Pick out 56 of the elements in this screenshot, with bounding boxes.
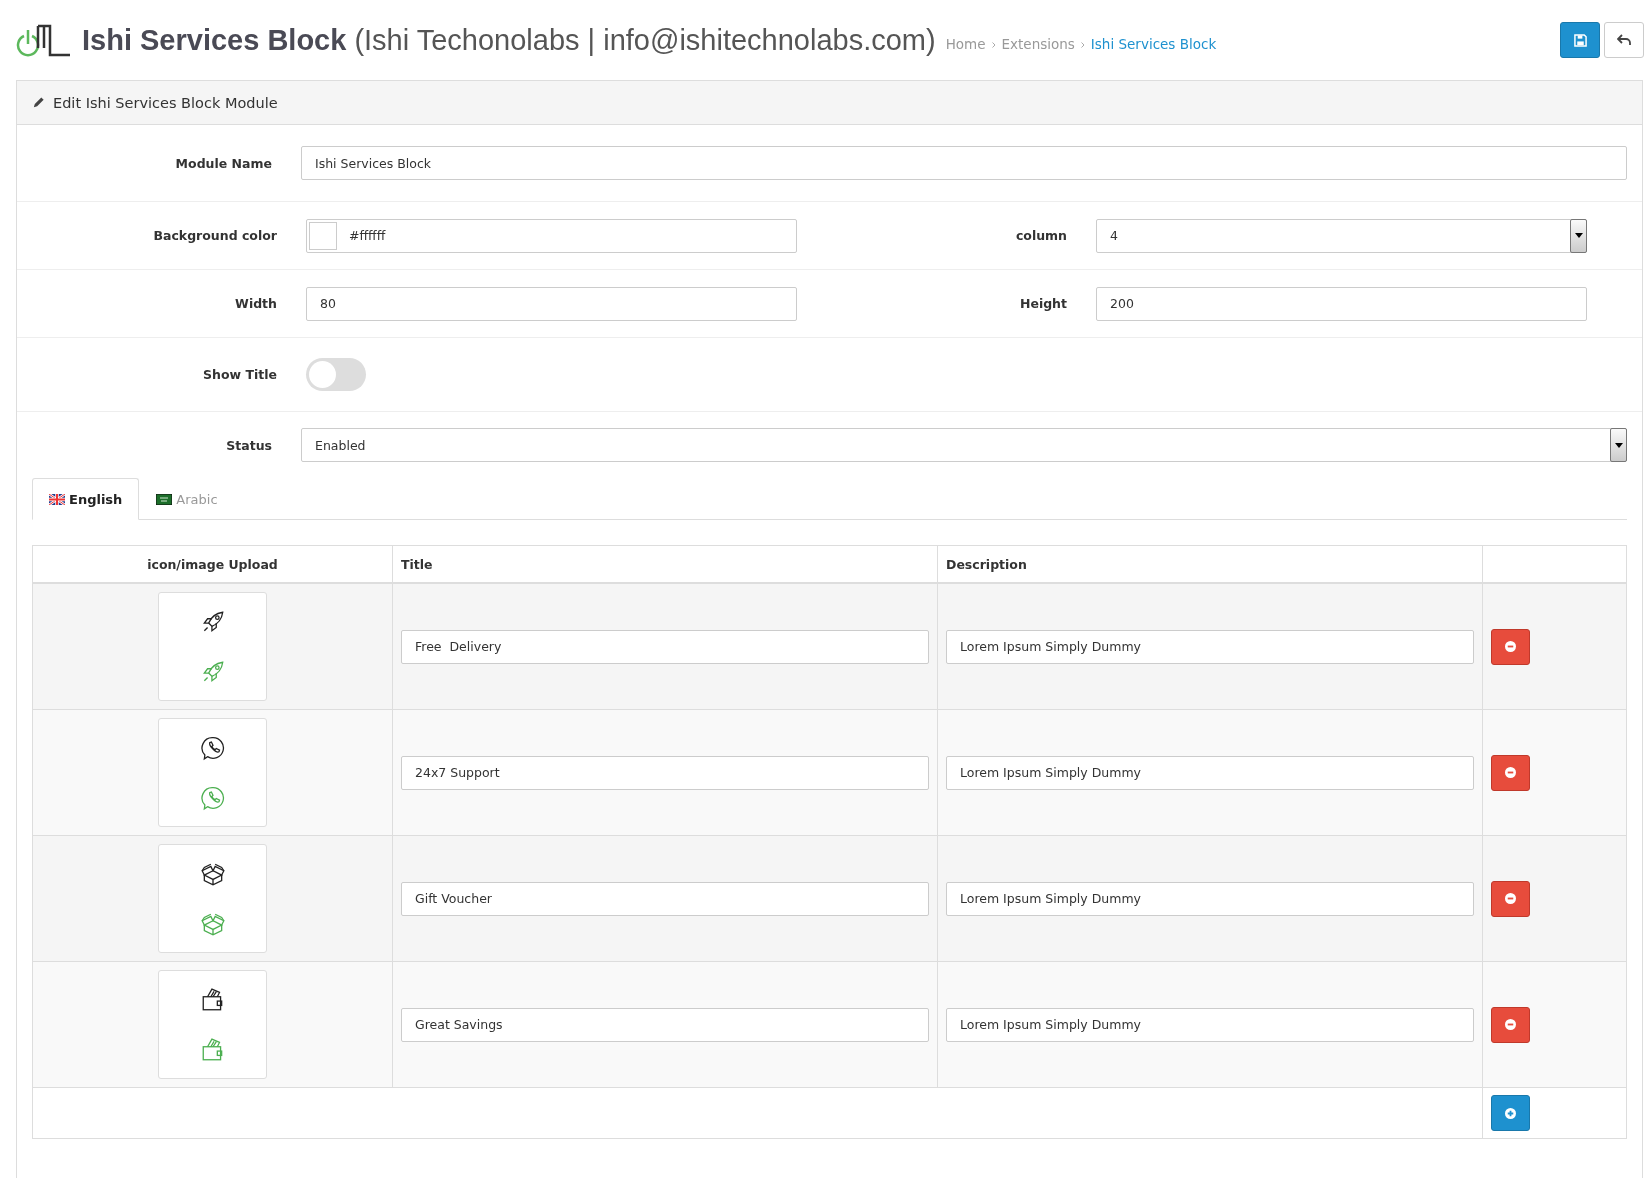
title-field[interactable]: Great Savings <box>401 1007 929 1042</box>
image-upload-thumbnail[interactable] <box>158 970 267 1079</box>
description-field[interactable]: Lorem Ipsum Simply Dummy <box>946 755 1474 790</box>
add-row-button[interactable] <box>1491 1095 1530 1131</box>
remove-button[interactable] <box>1491 754 1530 791</box>
dropdown-arrow-icon <box>1574 233 1583 238</box>
field-label: Background color <box>152 228 278 243</box>
color-swatch[interactable] <box>309 221 337 250</box>
image-upload-thumbnail[interactable] <box>158 718 267 827</box>
phone-bubble-icon <box>199 734 226 761</box>
chevron-right-icon <box>1080 42 1085 48</box>
minus-circle-icon <box>1505 1019 1516 1030</box>
color-field[interactable]: #ffffff <box>306 218 797 253</box>
field-label: Module Name <box>174 155 273 171</box>
field-label: Height <box>1018 296 1068 311</box>
image-upload-thumbnail[interactable] <box>158 844 267 953</box>
logo-icon <box>16 22 72 58</box>
show-title-toggle[interactable] <box>306 358 366 391</box>
pencil-icon <box>32 96 45 109</box>
field-label: Status <box>225 437 273 453</box>
flag-icon <box>156 493 173 505</box>
save-button[interactable] <box>1560 22 1600 58</box>
plus-circle-icon <box>1505 1107 1516 1119</box>
flag-icon <box>49 493 65 505</box>
description-field[interactable]: Lorem Ipsum Simply Dummy <box>946 881 1474 916</box>
minus-circle-icon <box>1505 641 1516 652</box>
status-select[interactable]: Enabled <box>301 428 1627 462</box>
title-field[interactable]: Gift Voucher <box>401 881 929 916</box>
panel-heading: Edit Ishi Services Block Module <box>53 94 278 111</box>
module-name-field[interactable]: Ishi Services Block <box>301 146 1627 180</box>
description-field[interactable]: Lorem Ipsum Simply Dummy <box>946 629 1474 664</box>
width-field[interactable]: 80 <box>306 286 797 321</box>
field-label: column <box>1014 228 1068 243</box>
dropdown-arrow-icon <box>1614 442 1623 448</box>
remove-button[interactable] <box>1491 1006 1530 1043</box>
image-upload-thumbnail[interactable] <box>158 592 267 701</box>
title-field[interactable]: 24x7 Support <box>401 755 929 790</box>
minus-circle-icon <box>1505 893 1516 904</box>
language-tab[interactable]: English <box>32 478 140 520</box>
column-select[interactable]: 4 <box>1096 218 1587 253</box>
title-field[interactable]: Free Delivery <box>401 629 929 664</box>
reply-arrow-icon <box>1617 33 1631 47</box>
phone-bubble-icon <box>199 784 226 811</box>
minus-circle-icon <box>1505 767 1516 778</box>
height-field[interactable]: 200 <box>1096 286 1587 321</box>
breadcrumb-link[interactable]: Ishi Services Block <box>1090 36 1217 52</box>
back-button[interactable] <box>1604 22 1644 58</box>
color-value: #ffffff <box>349 228 386 243</box>
field-label: Width <box>234 296 278 311</box>
description-field[interactable]: Lorem Ipsum Simply Dummy <box>946 1007 1474 1042</box>
chevron-right-icon <box>991 42 996 48</box>
remove-button[interactable] <box>1491 880 1530 917</box>
remove-button[interactable] <box>1491 628 1530 665</box>
field-label: Show Title <box>202 367 278 382</box>
page-title: Ishi Services Block <box>82 23 347 57</box>
page-subtitle: (Ishi Techonolabs | info@ishitechnolabs.com) <box>354 23 936 57</box>
